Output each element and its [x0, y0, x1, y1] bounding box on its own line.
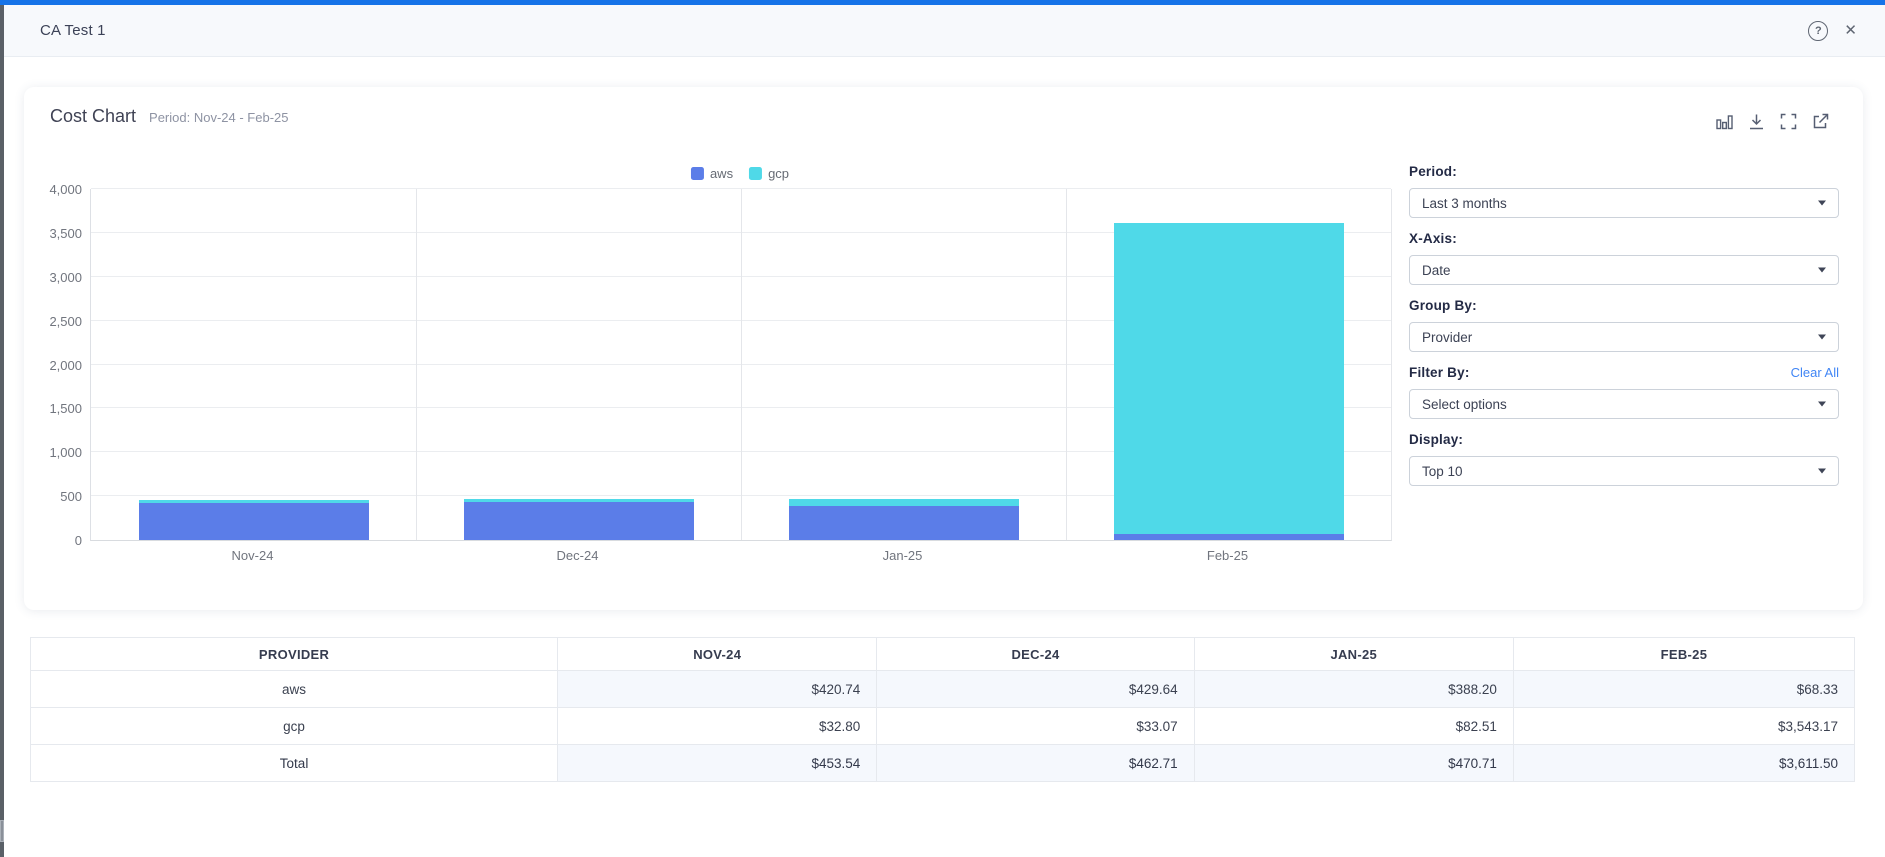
screen: CA Test 1 ? ✕ Cost Chart Period: Nov-24 … — [0, 0, 1885, 857]
group-by-label: Group By: — [1409, 298, 1477, 313]
y-axis-tick-label: 3,500 — [24, 226, 82, 241]
gridline-vertical — [416, 189, 417, 540]
table-header-cell-dec-24: DEC-24 — [877, 638, 1194, 671]
top-accent-bar — [0, 0, 1885, 5]
download-icon[interactable] — [1747, 112, 1766, 131]
legend-label-aws: aws — [710, 166, 733, 181]
cost-chart-card: Cost Chart Period: Nov-24 - Feb-25 — [24, 87, 1863, 610]
xaxis-select-value: Date — [1422, 263, 1451, 278]
period-select-value: Last 3 months — [1422, 196, 1507, 211]
bar-segment-gcp-Feb-25[interactable] — [1114, 223, 1344, 534]
bar-segment-gcp-Jan-25[interactable] — [789, 499, 1019, 506]
legend-swatch-gcp — [749, 167, 762, 180]
value-cell: $470.71 — [1194, 745, 1513, 782]
bar-Dec-24 — [464, 499, 694, 540]
help-icon[interactable]: ? — [1808, 21, 1828, 41]
value-cell: $420.74 — [558, 671, 877, 708]
provider-cell: Total — [31, 745, 558, 782]
modal-header: CA Test 1 ? ✕ — [0, 5, 1885, 57]
table-row-total: Total$453.54$462.71$470.71$3,611.50 — [31, 745, 1855, 782]
y-axis-tick-label: 2,000 — [24, 358, 82, 373]
x-axis-tick-label: Dec-24 — [498, 548, 658, 563]
filter-by-select[interactable]: Select options — [1409, 389, 1839, 419]
fullscreen-icon[interactable] — [1779, 112, 1798, 131]
bar-Jan-25 — [789, 499, 1019, 540]
y-axis-tick-label: 4,000 — [24, 182, 82, 197]
cost-table: PROVIDERNOV-24DEC-24JAN-25FEB-25 aws$420… — [30, 637, 1855, 782]
x-axis-tick-label: Nov-24 — [173, 548, 333, 563]
filter-by-label: Filter By: — [1409, 365, 1470, 380]
chart-plot-area — [90, 189, 1392, 541]
value-cell: $388.20 — [1194, 671, 1513, 708]
display-select[interactable]: Top 10 — [1409, 456, 1839, 486]
display-label: Display: — [1409, 432, 1463, 447]
table-row-aws: aws$420.74$429.64$388.20$68.33 — [31, 671, 1855, 708]
chevron-down-icon — [1818, 335, 1826, 340]
chevron-down-icon — [1818, 402, 1826, 407]
table-row-gcp: gcp$32.80$33.07$82.51$3,543.17 — [31, 708, 1855, 745]
bar-segment-aws-Feb-25[interactable] — [1114, 534, 1344, 540]
chart-type-icon[interactable] — [1715, 112, 1734, 131]
x-axis-tick-label: Jan-25 — [823, 548, 983, 563]
chevron-down-icon — [1818, 201, 1826, 206]
y-axis-tick-label: 3,000 — [24, 270, 82, 285]
card-header: Cost Chart Period: Nov-24 - Feb-25 — [50, 106, 288, 127]
legend-swatch-aws — [691, 167, 704, 180]
bar-segment-aws-Dec-24[interactable] — [464, 502, 694, 540]
chart-legend: aws gcp — [691, 166, 789, 181]
value-cell: $68.33 — [1513, 671, 1854, 708]
value-cell: $3,543.17 — [1513, 708, 1854, 745]
display-select-value: Top 10 — [1422, 464, 1463, 479]
chevron-down-icon — [1818, 268, 1826, 273]
table-header-cell-provider: PROVIDER — [31, 638, 558, 671]
modal-header-actions: ? ✕ — [1808, 21, 1857, 41]
y-axis-tick-label: 2,500 — [24, 314, 82, 329]
table-header-cell-feb-25: FEB-25 — [1513, 638, 1854, 671]
period-label: Period: — [1409, 164, 1457, 179]
table-header-cell-nov-24: NOV-24 — [558, 638, 877, 671]
x-axis-tick-label: Feb-25 — [1148, 548, 1308, 563]
period-select[interactable]: Last 3 months — [1409, 188, 1839, 218]
legend-item-aws[interactable]: aws — [691, 166, 733, 181]
bar-Feb-25 — [1114, 223, 1344, 540]
provider-cell: gcp — [31, 708, 558, 745]
table-header-row: PROVIDERNOV-24DEC-24JAN-25FEB-25 — [31, 638, 1855, 671]
filter-by-select-value: Select options — [1422, 397, 1507, 412]
chart-toolbar — [1715, 112, 1830, 131]
bar-segment-aws-Jan-25[interactable] — [789, 506, 1019, 540]
group-by-select-value: Provider — [1422, 330, 1472, 345]
clear-all-link[interactable]: Clear All — [1791, 365, 1839, 380]
legend-label-gcp: gcp — [768, 166, 789, 181]
group-by-select[interactable]: Provider — [1409, 322, 1839, 352]
open-external-icon[interactable] — [1811, 112, 1830, 131]
provider-cell: aws — [31, 671, 558, 708]
close-icon[interactable]: ✕ — [1844, 23, 1857, 38]
gridline-vertical — [1066, 189, 1067, 540]
value-cell: $462.71 — [877, 745, 1194, 782]
card-title: Cost Chart — [50, 106, 136, 127]
modal-title: CA Test 1 — [40, 22, 106, 39]
value-cell: $3,611.50 — [1513, 745, 1854, 782]
value-cell: $82.51 — [1194, 708, 1513, 745]
gridline-vertical — [741, 189, 742, 540]
value-cell: $32.80 — [558, 708, 877, 745]
card-period-subtitle: Period: Nov-24 - Feb-25 — [149, 110, 288, 125]
value-cell: $33.07 — [877, 708, 1194, 745]
y-axis-tick-label: 0 — [24, 533, 82, 548]
table-header-cell-jan-25: JAN-25 — [1194, 638, 1513, 671]
value-cell: $429.64 — [877, 671, 1194, 708]
xaxis-label: X-Axis: — [1409, 231, 1457, 246]
left-scrollbar-thumb[interactable] — [0, 820, 4, 842]
y-axis-tick-label: 1,500 — [24, 401, 82, 416]
value-cell: $453.54 — [558, 745, 877, 782]
chart-controls-panel: Period: Last 3 months X-Axis: Date Group… — [1409, 164, 1839, 499]
bar-segment-aws-Nov-24[interactable] — [139, 503, 369, 540]
y-axis-tick-label: 1,000 — [24, 445, 82, 460]
xaxis-select[interactable]: Date — [1409, 255, 1839, 285]
y-axis-tick-label: 500 — [24, 489, 82, 504]
page-edge-strip — [0, 0, 4, 857]
bar-Nov-24 — [139, 500, 369, 540]
legend-item-gcp[interactable]: gcp — [749, 166, 789, 181]
chevron-down-icon — [1818, 469, 1826, 474]
